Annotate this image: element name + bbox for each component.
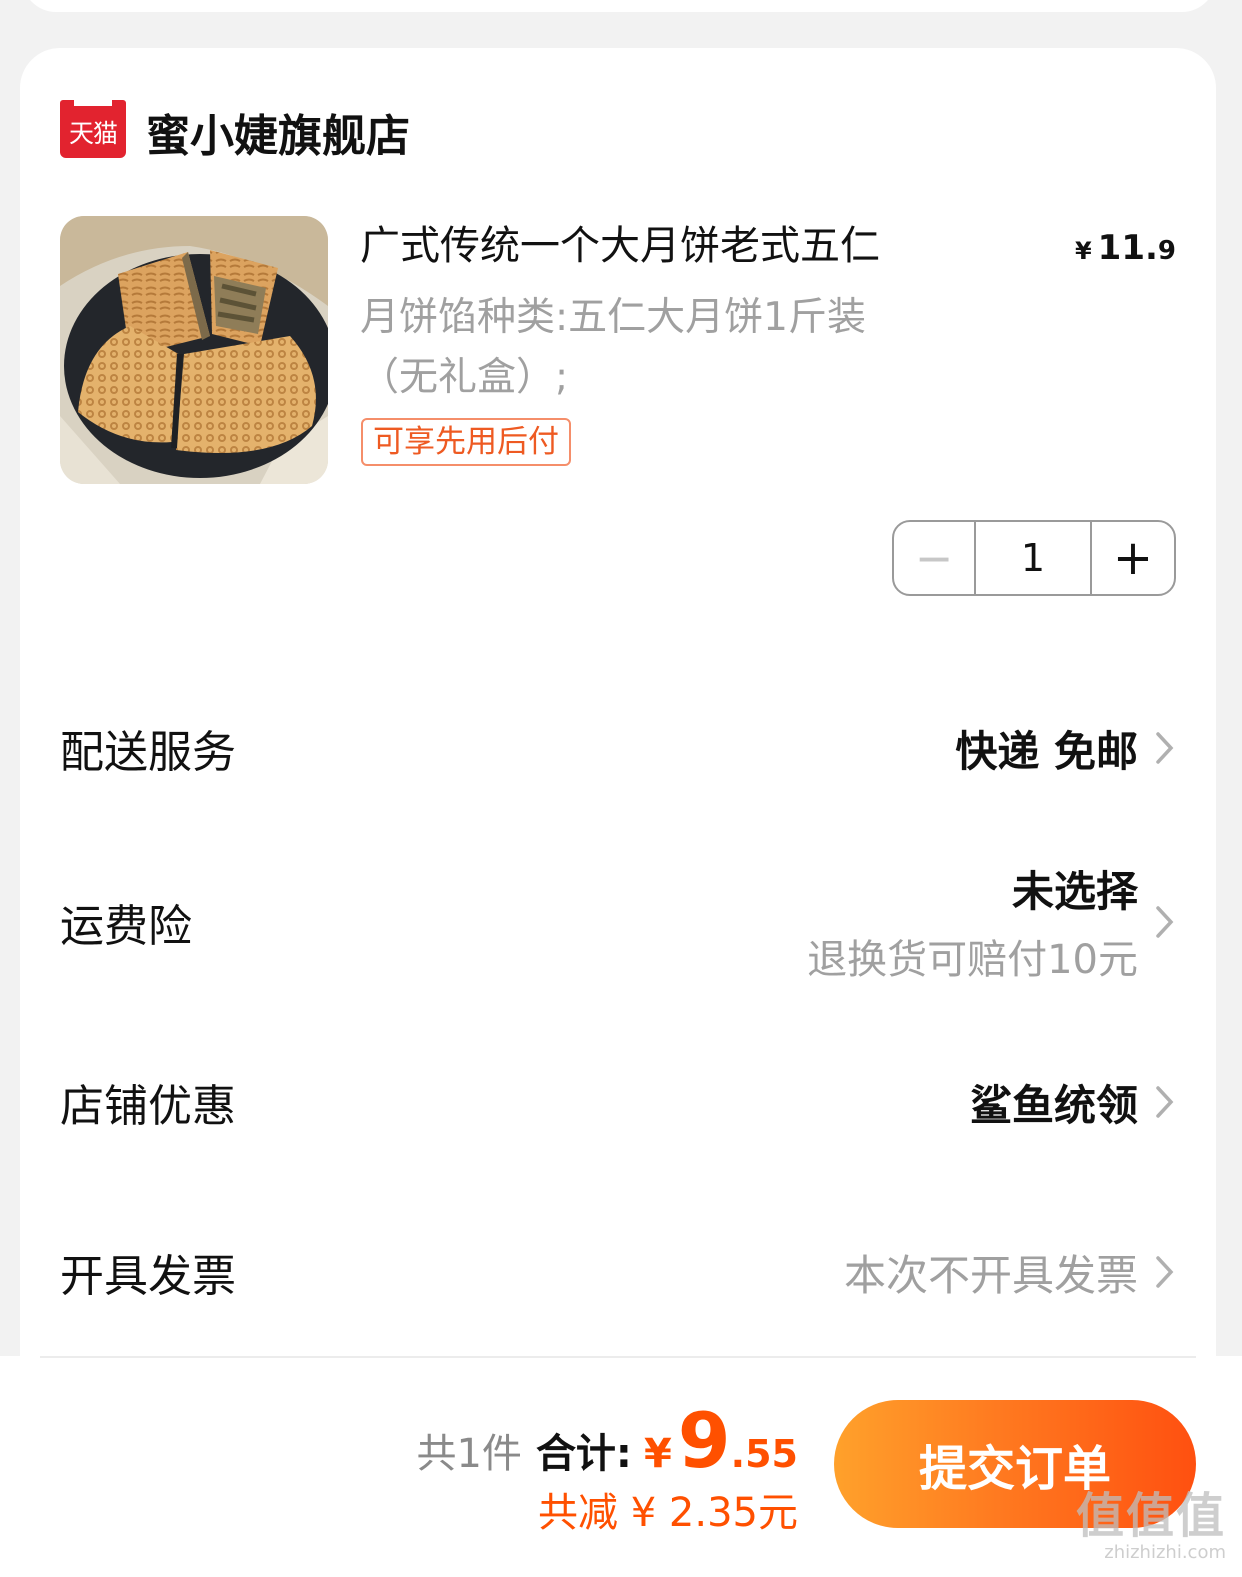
tmall-badge-text: 天猫	[68, 119, 118, 148]
divider	[40, 1356, 1196, 1358]
insurance-subtext: 退换货可赔付10元	[807, 937, 1138, 983]
store-discount-row[interactable]: 店铺优惠 鲨鱼统领	[60, 1070, 1176, 1134]
delivery-value: 快递 免邮	[955, 726, 1138, 776]
invoice-value: 本次不开具发票	[843, 1250, 1138, 1300]
price-integer: 11.	[1097, 228, 1158, 268]
discount-label: 店铺优惠	[60, 1081, 236, 1132]
tmall-logo-icon: 天猫	[60, 100, 126, 158]
delivery-label: 配送服务	[60, 727, 236, 778]
item-count: 共1件	[416, 1431, 522, 1477]
product-image[interactable]	[60, 216, 328, 484]
total-decimal: .55	[730, 1432, 798, 1476]
delivery-service-row[interactable]: 配送服务 快递 免邮	[60, 716, 1176, 780]
chevron-right-icon	[1156, 732, 1174, 764]
previous-card	[22, 0, 1216, 12]
order-card: 天猫 蜜小婕旗舰店 广式传统一个大月饼老式五仁 ¥ 11.9 月饼馅种类:五仁大…	[20, 48, 1216, 1448]
quantity-input[interactable]: 1	[976, 522, 1092, 594]
invoice-row[interactable]: 开具发票 本次不开具发票	[60, 1240, 1176, 1304]
product-title[interactable]: 广式传统一个大月饼老式五仁	[360, 218, 980, 274]
price-decimal: 9	[1157, 236, 1176, 266]
shipping-insurance-row[interactable]: 运费险 未选择 退换货可赔付10元	[60, 858, 1176, 985]
pay-later-tag: 可享先用后付	[361, 418, 571, 466]
spec-line-2: （无礼盒）;	[360, 355, 569, 400]
total-currency: ¥	[643, 1431, 672, 1477]
spec-line-1: 月饼馅种类:五仁大月饼1斤装	[360, 295, 866, 340]
watermark: 值值值 zhizhizhi.com	[1076, 1476, 1226, 1563]
chevron-right-icon	[1156, 1086, 1174, 1118]
total-discount[interactable]: 共减 ¥ 2.35元	[538, 1480, 798, 1538]
product-price: ¥11.9	[1075, 228, 1176, 268]
price-currency: ¥	[1074, 237, 1092, 265]
checkout-bar: 共1件 合计: ¥ 9 .55 共减 ¥ 2.35元 提交订单 值值值 zhiz…	[0, 1356, 1242, 1577]
watermark-main: 值值值	[1075, 1488, 1226, 1544]
order-total: 共1件 合计: ¥ 9 .55	[416, 1396, 798, 1485]
insurance-label: 运费险	[60, 900, 192, 952]
quantity-stepper: − 1 +	[892, 520, 1176, 596]
store-header[interactable]: 天猫 蜜小婕旗舰店	[60, 100, 410, 162]
store-name: 蜜小婕旗舰店	[146, 111, 410, 162]
invoice-label: 开具发票	[60, 1251, 236, 1302]
insurance-value: 未选择	[1011, 867, 1138, 916]
increase-button[interactable]: +	[1092, 522, 1174, 594]
decrease-button[interactable]: −	[894, 522, 976, 594]
discount-value: 鲨鱼统领	[969, 1080, 1138, 1130]
chevron-right-icon	[1156, 1256, 1174, 1288]
total-label: 合计:	[535, 1431, 632, 1477]
product-spec[interactable]: 月饼馅种类:五仁大月饼1斤装 （无礼盒）;	[360, 288, 980, 408]
total-integer: 9	[677, 1396, 731, 1485]
chevron-right-icon	[1156, 905, 1174, 938]
